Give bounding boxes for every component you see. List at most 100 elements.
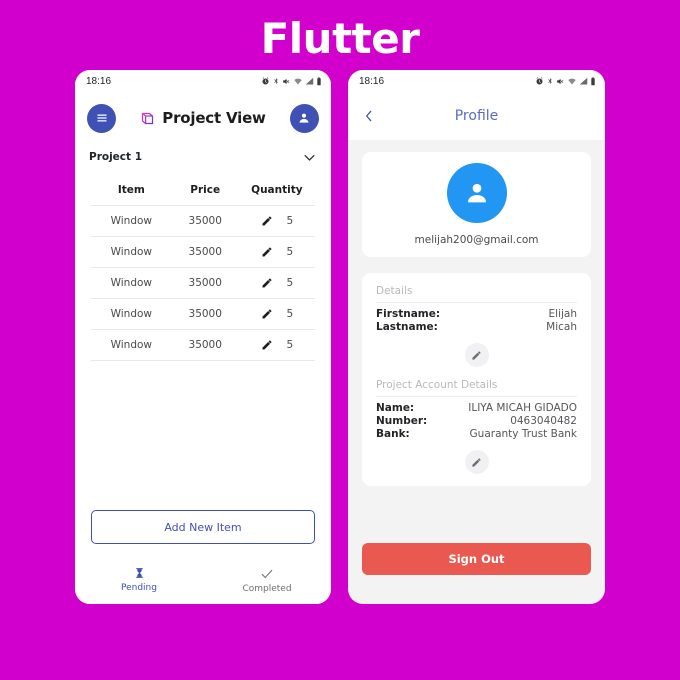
app-bar-title-group: Project View — [140, 109, 266, 127]
account-value: 0463040482 — [510, 415, 577, 427]
sign-out-button[interactable]: Sign Out — [362, 543, 591, 575]
hamburger-menu-icon — [96, 114, 107, 122]
status-clock: 18:16 — [359, 75, 385, 87]
column-header-price: Price — [190, 184, 221, 196]
phone-mockup-project-view: 18:16 Project View Project 1 Item Price … — [75, 70, 331, 604]
bluetooth-icon — [274, 77, 278, 84]
account-button[interactable] — [289, 103, 319, 133]
cell-item: Window — [110, 308, 153, 320]
edit-account-button[interactable] — [464, 450, 489, 474]
cell-price: 35000 — [188, 339, 222, 351]
avatar-card: melijah200@gmail.com — [362, 152, 591, 257]
edit-details-button[interactable] — [464, 343, 489, 367]
detail-value: Micah — [546, 321, 577, 333]
nav-item-completed[interactable]: Completed — [203, 567, 331, 594]
project-name: Project 1 — [89, 151, 143, 163]
cell-item: Window — [110, 277, 153, 289]
account-section-title: Project Account Details — [376, 379, 577, 397]
cell-item: Window — [110, 246, 153, 258]
pencil-icon[interactable] — [261, 246, 273, 258]
cell-item: Window — [110, 339, 153, 351]
flutter-cube-icon — [142, 112, 154, 124]
status-bar-right: 18:16 — [348, 70, 605, 92]
pencil-icon[interactable] — [261, 215, 273, 227]
app-bar-title: Project View — [162, 109, 266, 127]
battery-icon — [317, 76, 321, 85]
column-header-quantity: Quantity — [251, 184, 303, 196]
cell-quantity: 5 — [286, 246, 294, 258]
details-card: Details Firstname: Elijah Lastname: Mica… — [362, 273, 591, 486]
detail-label: Firstname: — [376, 308, 441, 320]
table-row[interactable]: Window 35000 5 — [91, 205, 315, 236]
cell-quantity-group: 5 — [239, 277, 315, 289]
status-clock: 18:16 — [86, 75, 112, 87]
table-row[interactable]: Window 35000 5 — [91, 236, 315, 267]
cell-quantity: 5 — [286, 308, 294, 320]
hamburger-menu-button[interactable] — [87, 103, 116, 133]
user-email: melijah200@gmail.com — [414, 234, 539, 246]
detail-value: Elijah — [548, 308, 577, 320]
mute-icon — [557, 78, 564, 84]
pencil-icon — [472, 350, 481, 360]
wifi-icon — [294, 78, 302, 84]
account-label: Name: — [376, 402, 415, 414]
cell-quantity: 5 — [286, 339, 294, 351]
add-new-item-button[interactable]: Add New Item — [91, 510, 315, 544]
table-header-row: Item Price Quantity — [91, 178, 315, 205]
account-value: ILIYA MICAH GIDADO — [468, 402, 577, 414]
column-header-item: Item — [117, 184, 145, 196]
cell-price: 35000 — [188, 277, 222, 289]
check-icon — [261, 569, 273, 578]
signal-icon — [305, 77, 314, 84]
cell-price: 35000 — [188, 308, 222, 320]
nav-label-pending: Pending — [121, 583, 157, 593]
detail-row-lastname: Lastname: Micah — [376, 320, 577, 333]
cell-quantity: 5 — [286, 215, 294, 227]
account-row-number: Number: 0463040482 — [376, 414, 577, 427]
status-icons — [535, 76, 596, 86]
project-selector[interactable]: Project 1 — [75, 144, 331, 170]
items-table: Item Price Quantity Window 35000 5 Windo… — [91, 178, 315, 361]
cell-price: 35000 — [188, 215, 222, 227]
hourglass-icon — [135, 568, 143, 578]
wifi-icon — [568, 78, 576, 84]
avatar[interactable] — [446, 163, 507, 223]
nav-label-completed: Completed — [242, 583, 292, 594]
table-row[interactable]: Window 35000 5 — [91, 329, 315, 361]
status-icons — [261, 76, 322, 86]
cell-quantity-group: 5 — [239, 246, 315, 258]
account-label: Number: — [376, 415, 428, 427]
person-icon — [300, 113, 309, 123]
details-section-title: Details — [376, 285, 577, 303]
nav-item-pending[interactable]: Pending — [75, 567, 203, 593]
profile-title: Profile — [454, 108, 499, 124]
cell-quantity: 5 — [286, 277, 294, 289]
account-value: Guaranty Trust Bank — [469, 428, 577, 440]
alarm-icon — [536, 76, 543, 84]
status-bar-left: 18:16 — [75, 70, 331, 92]
battery-icon — [591, 76, 595, 85]
cell-quantity-group: 5 — [239, 215, 315, 227]
signal-icon — [579, 77, 588, 84]
cell-price: 35000 — [188, 246, 222, 258]
detail-row-firstname: Firstname: Elijah — [376, 303, 577, 320]
page-title: Flutter — [260, 14, 420, 63]
bluetooth-icon — [548, 77, 552, 84]
account-label: Bank: — [376, 428, 410, 440]
alarm-icon — [262, 76, 269, 84]
account-row-bank: Bank: Guaranty Trust Bank — [376, 427, 577, 440]
pencil-icon[interactable] — [261, 308, 273, 320]
table-row[interactable]: Window 35000 5 — [91, 298, 315, 329]
chevron-down-icon[interactable] — [302, 150, 317, 165]
mute-icon — [283, 78, 290, 84]
account-row-name: Name: ILIYA MICAH GIDADO — [376, 397, 577, 414]
table-row[interactable]: Window 35000 5 — [91, 267, 315, 298]
person-icon — [467, 183, 486, 203]
cell-item: Window — [110, 215, 153, 227]
phone-mockup-profile: 18:16 Profile melijah200@gmail.com Detai — [348, 70, 605, 604]
bottom-navigation: Pending Completed — [75, 556, 331, 604]
pencil-icon — [472, 457, 481, 467]
pencil-icon[interactable] — [261, 277, 273, 289]
pencil-icon[interactable] — [261, 339, 273, 351]
detail-label: Lastname: — [376, 321, 438, 333]
